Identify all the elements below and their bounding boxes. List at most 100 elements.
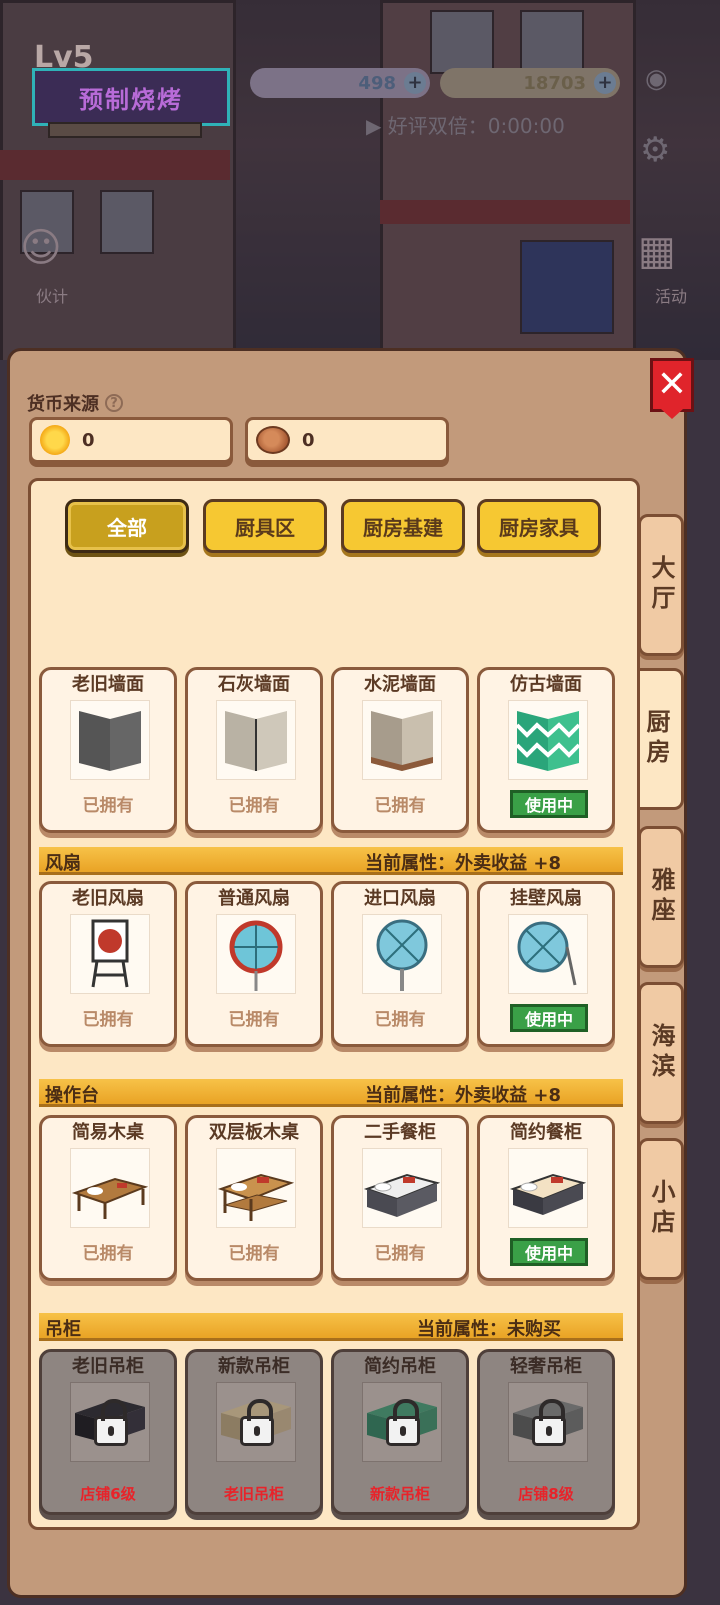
fan-card[interactable]: 挂壁风扇 使用中 xyxy=(477,881,615,1047)
cement-wall-image xyxy=(362,700,442,780)
unlock-requirement: 店铺6级 xyxy=(80,1485,136,1503)
fan-section-header: 风扇 当前属性：外卖收益 +8 xyxy=(39,847,623,875)
item-name: 进口风扇 xyxy=(364,888,436,909)
fan-card[interactable]: 老旧风扇 已拥有 xyxy=(39,881,177,1047)
calendar-icon[interactable]: ▦ xyxy=(638,228,676,274)
counter-card[interactable]: 二手餐柜 已拥有 xyxy=(331,1115,469,1281)
item-name: 普通风扇 xyxy=(218,888,290,909)
hanging-cabinet-card[interactable]: 简约吊柜 新款吊柜 xyxy=(331,1349,469,1515)
owned-status: 已拥有 xyxy=(228,796,280,816)
item-name: 石灰墙面 xyxy=(218,674,290,695)
shop-name-plate[interactable]: 预制烧烤 xyxy=(32,68,230,126)
hanging-cabinet-card[interactable]: 轻奢吊柜 店铺8级 xyxy=(477,1349,615,1515)
coin-currency-value: 0 xyxy=(302,429,315,451)
settings-gear-icon[interactable]: ⚙ xyxy=(640,130,670,170)
item-name: 新款吊柜 xyxy=(218,1356,290,1377)
staff-label: 伙计 xyxy=(36,287,69,306)
lock-icon xyxy=(94,1399,128,1446)
tab-hall[interactable]: 大厅 xyxy=(638,514,684,656)
in-use-button[interactable]: 使用中 xyxy=(510,1004,588,1032)
coin-counter[interactable]: 18703 + xyxy=(440,68,620,98)
unlock-requirement: 老旧吊柜 xyxy=(223,1485,284,1503)
filter-kitchenware-button[interactable]: 厨具区 xyxy=(203,499,327,553)
tab-hall-label: 大厅 xyxy=(647,555,675,615)
section-attribute: 当前属性：外卖收益 +8 xyxy=(365,853,561,874)
add-gems-icon[interactable]: + xyxy=(404,72,426,94)
owned-status: 已拥有 xyxy=(374,1244,426,1264)
wall-card[interactable]: 老旧墙面 已拥有 xyxy=(39,667,177,833)
wall-fan-image xyxy=(508,914,588,994)
add-coins-icon[interactable]: + xyxy=(594,72,616,94)
help-icon[interactable]: ? xyxy=(105,394,123,412)
item-name: 轻奢吊柜 xyxy=(510,1356,582,1377)
gem-count: 498 xyxy=(358,72,396,94)
currency-source-text: 货币来源 xyxy=(27,394,99,415)
in-use-button[interactable]: 使用中 xyxy=(510,790,588,818)
item-name: 仿古墙面 xyxy=(510,674,582,695)
sun-currency-box: 0 xyxy=(29,417,233,463)
hanging-cabinet-card[interactable]: 老旧吊柜 店铺6级 xyxy=(39,1349,177,1515)
lock-icon xyxy=(240,1399,274,1446)
item-name: 水泥墙面 xyxy=(364,674,436,695)
hanging-cabinet-card[interactable]: 新款吊柜 老旧吊柜 xyxy=(185,1349,323,1515)
sun-currency-value: 0 xyxy=(82,429,95,451)
tab-private-seats[interactable]: 雅座 xyxy=(638,826,684,968)
tab-shop-label: 小店 xyxy=(647,1179,675,1239)
ad-double-timer[interactable]: ▶ 好评双倍：0:00:00 xyxy=(366,110,565,139)
copper-coin-icon xyxy=(256,426,290,454)
counter-card[interactable]: 简易木桌 已拥有 xyxy=(39,1115,177,1281)
wall-card[interactable]: 仿古墙面 使用中 xyxy=(477,667,615,833)
simple-cabinet-image xyxy=(508,1148,588,1228)
tab-beach[interactable]: 海滨 xyxy=(638,982,684,1124)
simple-wood-table-image xyxy=(70,1148,150,1228)
wall-card[interactable]: 石灰墙面 已拥有 xyxy=(185,667,323,833)
filter-all-button[interactable]: 全部 xyxy=(65,499,189,553)
owned-status: 已拥有 xyxy=(228,1010,280,1030)
counter-card[interactable]: 双层板木桌 已拥有 xyxy=(185,1115,323,1281)
section-title: 操作台 xyxy=(45,1085,99,1106)
item-name: 老旧风扇 xyxy=(72,888,144,909)
currency-source-label: 货币来源 ? xyxy=(27,390,123,416)
counter-section-header: 操作台 当前属性：外卖收益 +8 xyxy=(39,1079,623,1107)
item-name: 老旧墙面 xyxy=(72,674,144,695)
item-name: 简易木桌 xyxy=(72,1122,144,1143)
item-name: 挂壁风扇 xyxy=(510,888,582,909)
item-name: 二手餐柜 xyxy=(364,1122,436,1143)
dim-overlay xyxy=(0,0,720,360)
hanging-cabinet-section-header: 吊柜 当前属性：未购买 xyxy=(39,1313,623,1341)
close-button[interactable]: ✕ xyxy=(650,358,694,419)
close-icon: ✕ xyxy=(656,364,688,405)
chef-icon[interactable]: ☺ xyxy=(20,225,62,271)
tab-private-seats-label: 雅座 xyxy=(647,867,675,927)
imported-fan-image xyxy=(362,914,442,994)
fan-card[interactable]: 进口风扇 已拥有 xyxy=(331,881,469,1047)
double-board-table-image xyxy=(216,1148,296,1228)
section-title: 风扇 xyxy=(45,853,81,874)
wall-card[interactable]: 水泥墙面 已拥有 xyxy=(331,667,469,833)
owned-status: 已拥有 xyxy=(82,1244,134,1264)
owned-status: 已拥有 xyxy=(374,796,426,816)
section-title: 吊柜 xyxy=(45,1319,81,1340)
lime-wall-image xyxy=(216,700,296,780)
filter-kitchen-infra-button[interactable]: 厨房基建 xyxy=(341,499,465,553)
item-list: 全部 厨具区 厨房基建 厨房家具 老旧墙面 已拥有 石灰墙面 已拥有 水泥墙面 … xyxy=(28,478,640,1530)
tab-beach-label: 海滨 xyxy=(647,1023,675,1083)
unlock-requirement: 店铺8级 xyxy=(518,1485,574,1503)
filter-kitchen-furniture-button[interactable]: 厨房家具 xyxy=(477,499,601,553)
secondhand-cabinet-image xyxy=(362,1148,442,1228)
tab-kitchen-label: 厨房 xyxy=(642,709,670,769)
gem-counter[interactable]: 498 + xyxy=(250,68,430,98)
item-name: 双层板木桌 xyxy=(209,1122,299,1143)
lock-icon xyxy=(532,1399,566,1446)
antique-wall-image xyxy=(508,700,588,780)
unlock-requirement: 新款吊柜 xyxy=(369,1485,430,1503)
level-progress-bar xyxy=(48,122,202,138)
fan-card[interactable]: 普通风扇 已拥有 xyxy=(185,881,323,1047)
tab-shop[interactable]: 小店 xyxy=(638,1138,684,1280)
counter-card[interactable]: 简约餐柜 使用中 xyxy=(477,1115,615,1281)
eye-icon[interactable]: ◉ xyxy=(645,64,668,94)
section-attribute: 当前属性：未购买 xyxy=(417,1319,561,1340)
in-use-button[interactable]: 使用中 xyxy=(510,1238,588,1266)
event-label: 活动 xyxy=(655,287,688,306)
owned-status: 已拥有 xyxy=(82,796,134,816)
